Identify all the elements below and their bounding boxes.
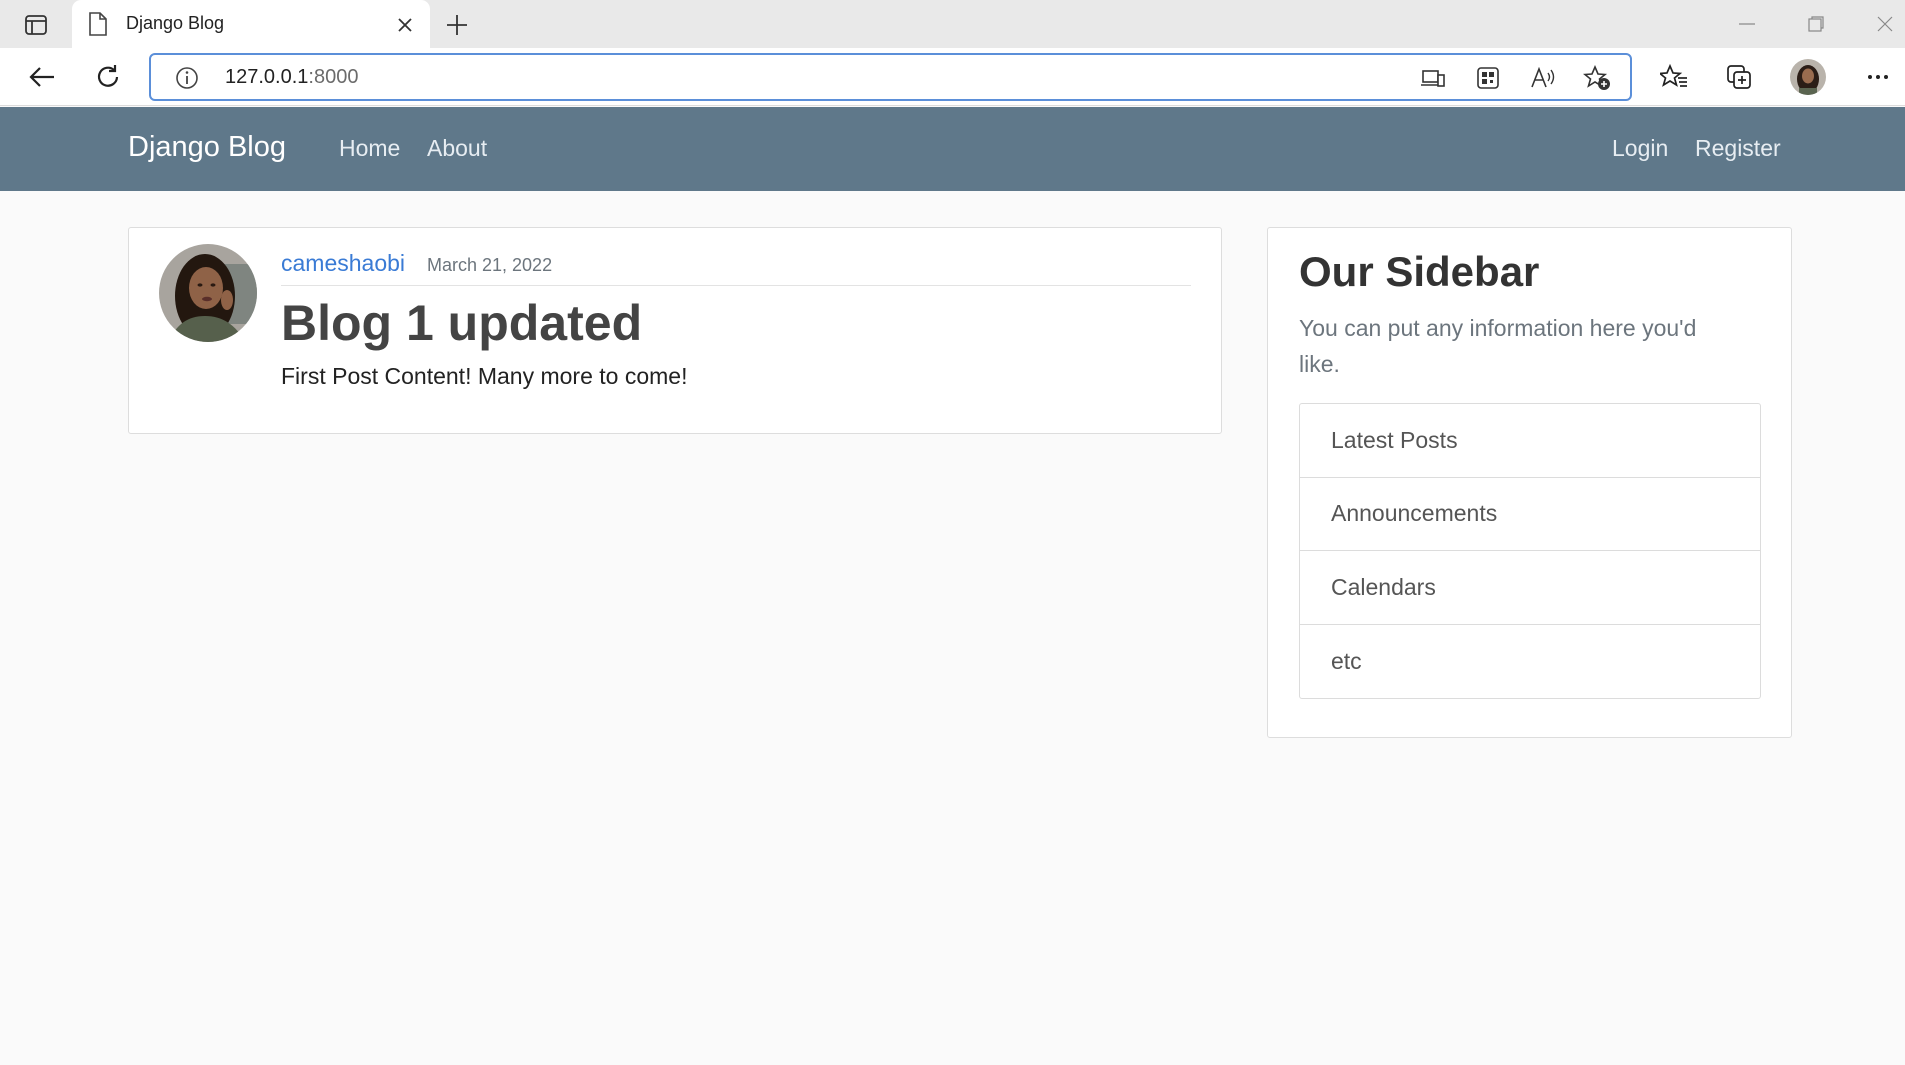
sidebar-item-etc[interactable]: etc (1300, 625, 1760, 699)
sidebar-list: Latest Posts Announcements Calendars etc (1299, 403, 1761, 699)
window-close-icon[interactable] (1865, 8, 1905, 40)
post-card: cameshaobi March 21, 2022 Blog 1 updated… (128, 227, 1222, 434)
tab-title: Django Blog (126, 13, 225, 33)
add-favorite-icon[interactable] (1583, 65, 1611, 91)
reload-icon[interactable] (88, 57, 128, 97)
close-icon[interactable] (392, 12, 418, 38)
app-available-icon[interactable] (1419, 65, 1447, 91)
url-port: :8000 (308, 66, 359, 88)
page-icon (88, 12, 110, 36)
post-date: March 21, 2022 (427, 255, 553, 275)
nav-link-register[interactable]: Register (1695, 135, 1781, 162)
qr-code-icon[interactable] (1474, 65, 1502, 91)
site-navbar: Django Blog Home About Login Register (0, 107, 1905, 191)
navbar-brand[interactable]: Django Blog (128, 131, 286, 164)
info-icon[interactable] (175, 66, 199, 90)
address-bar[interactable]: 127.0.0.1:8000 (149, 53, 1632, 101)
favorites-icon[interactable] (1654, 57, 1694, 97)
restore-icon[interactable] (1796, 8, 1836, 40)
nav-link-about[interactable]: About (427, 135, 487, 162)
browser-tab-strip: Django Blog (0, 0, 1905, 48)
read-aloud-icon[interactable] (1529, 65, 1557, 91)
url-host: 127.0.0.1 (225, 66, 309, 88)
post-author-link[interactable]: cameshaobi (281, 250, 405, 277)
more-menu-icon[interactable] (1858, 57, 1898, 97)
author-avatar (159, 244, 257, 342)
post-content: First Post Content! Many more to come! (281, 363, 688, 389)
nav-link-home[interactable]: Home (339, 135, 400, 162)
sidebar-item-latest-posts[interactable]: Latest Posts (1300, 404, 1760, 478)
minimize-icon[interactable] (1727, 8, 1767, 40)
url-text: 127.0.0.1:8000 (225, 66, 358, 89)
back-arrow-icon[interactable] (22, 57, 62, 97)
tab-sidebar-icon[interactable] (19, 10, 53, 40)
post-title[interactable]: Blog 1 updated (281, 294, 642, 352)
nav-link-login[interactable]: Login (1612, 135, 1668, 162)
collections-icon[interactable] (1720, 57, 1760, 97)
browser-tab[interactable]: Django Blog (72, 0, 430, 48)
plus-icon[interactable] (440, 8, 474, 42)
post-metadata: cameshaobi March 21, 2022 (281, 250, 1191, 286)
sidebar-item-calendars[interactable]: Calendars (1300, 551, 1760, 625)
sidebar-title: Our Sidebar (1299, 248, 1540, 295)
sidebar-item-announcements[interactable]: Announcements (1300, 478, 1760, 551)
profile-avatar[interactable] (1790, 59, 1826, 95)
sidebar-description: You can put any information here you'd l… (1299, 315, 1697, 377)
browser-toolbar: 127.0.0.1:8000 (0, 48, 1905, 106)
sidebar-card: Our Sidebar You can put any information … (1267, 227, 1792, 738)
